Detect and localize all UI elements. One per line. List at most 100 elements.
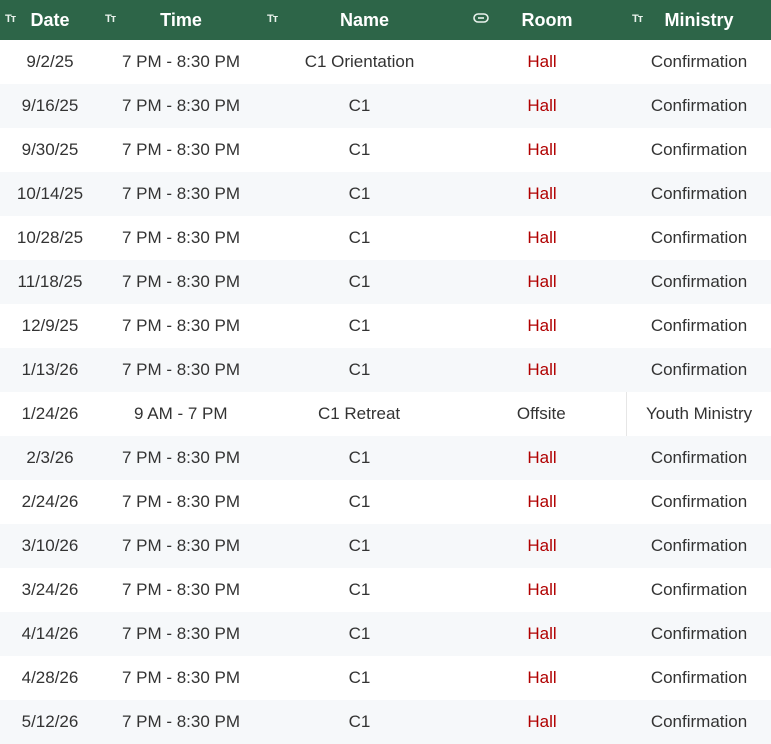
- column-header-time[interactable]: Tт Time: [100, 0, 262, 40]
- cell-time[interactable]: 7 PM - 8:30 PM: [100, 260, 262, 304]
- cell-name[interactable]: C1 Retreat: [262, 392, 457, 436]
- cell-name[interactable]: C1: [262, 84, 457, 128]
- cell-room[interactable]: Hall: [457, 612, 627, 656]
- cell-date[interactable]: 9/16/25: [0, 84, 100, 128]
- cell-date[interactable]: 1/24/26: [0, 392, 100, 436]
- cell-time[interactable]: 7 PM - 8:30 PM: [100, 84, 262, 128]
- column-header-ministry[interactable]: Tт Ministry: [627, 0, 771, 40]
- table-row[interactable]: 10/14/25 7 PM - 8:30 PM C1 Hall Confirmation: [0, 172, 771, 216]
- cell-room[interactable]: Hall: [457, 40, 627, 84]
- table-row[interactable]: 3/24/26 7 PM - 8:30 PM C1 Hall Confirmation: [0, 568, 771, 612]
- cell-ministry[interactable]: Confirmation: [627, 40, 771, 84]
- table-row[interactable]: 10/28/25 7 PM - 8:30 PM C1 Hall Confirmation: [0, 216, 771, 260]
- cell-time[interactable]: 7 PM - 8:30 PM: [100, 436, 262, 480]
- cell-room[interactable]: Hall: [457, 260, 627, 304]
- cell-ministry[interactable]: Confirmation: [627, 436, 771, 480]
- cell-room[interactable]: Hall: [457, 216, 627, 260]
- cell-room[interactable]: Hall: [457, 568, 627, 612]
- cell-time[interactable]: 7 PM - 8:30 PM: [100, 524, 262, 568]
- cell-ministry[interactable]: Confirmation: [627, 84, 771, 128]
- table-row[interactable]: 12/9/25 7 PM - 8:30 PM C1 Hall Confirmation: [0, 304, 771, 348]
- cell-name[interactable]: C1: [262, 656, 457, 700]
- cell-room[interactable]: Hall: [457, 436, 627, 480]
- cell-name[interactable]: C1: [262, 612, 457, 656]
- table-row[interactable]: 9/30/25 7 PM - 8:30 PM C1 Hall Confirmation: [0, 128, 771, 172]
- cell-name[interactable]: C1: [262, 700, 457, 744]
- cell-ministry[interactable]: Confirmation: [627, 568, 771, 612]
- cell-ministry[interactable]: Confirmation: [627, 480, 771, 524]
- cell-ministry[interactable]: Confirmation: [627, 172, 771, 216]
- cell-time[interactable]: 7 PM - 8:30 PM: [100, 700, 262, 744]
- cell-name[interactable]: C1: [262, 172, 457, 216]
- cell-name[interactable]: C1: [262, 260, 457, 304]
- column-header-date[interactable]: Tт Date: [0, 0, 100, 40]
- cell-ministry[interactable]: Confirmation: [627, 700, 771, 744]
- cell-time[interactable]: 7 PM - 8:30 PM: [100, 128, 262, 172]
- cell-date[interactable]: 9/30/25: [0, 128, 100, 172]
- cell-time[interactable]: 7 PM - 8:30 PM: [100, 568, 262, 612]
- cell-date[interactable]: 3/24/26: [0, 568, 100, 612]
- cell-date[interactable]: 2/24/26: [0, 480, 100, 524]
- column-header-room[interactable]: Room: [467, 0, 627, 40]
- cell-name[interactable]: C1: [262, 524, 457, 568]
- cell-date[interactable]: 10/14/25: [0, 172, 100, 216]
- cell-date[interactable]: 9/2/25: [0, 40, 100, 84]
- cell-name[interactable]: C1: [262, 348, 457, 392]
- cell-ministry[interactable]: Youth Ministry: [626, 392, 771, 436]
- cell-date[interactable]: 10/28/25: [0, 216, 100, 260]
- cell-room[interactable]: Hall: [457, 700, 627, 744]
- cell-name[interactable]: C1: [262, 216, 457, 260]
- cell-ministry[interactable]: Confirmation: [627, 128, 771, 172]
- cell-name[interactable]: C1 Orientation: [262, 40, 457, 84]
- cell-name[interactable]: C1: [262, 568, 457, 612]
- cell-date[interactable]: 12/9/25: [0, 304, 100, 348]
- cell-date[interactable]: 3/10/26: [0, 524, 100, 568]
- cell-time[interactable]: 7 PM - 8:30 PM: [100, 304, 262, 348]
- cell-date[interactable]: 1/13/26: [0, 348, 100, 392]
- cell-room[interactable]: Hall: [457, 656, 627, 700]
- cell-date[interactable]: 4/14/26: [0, 612, 100, 656]
- cell-ministry[interactable]: Confirmation: [627, 656, 771, 700]
- column-header-name[interactable]: Tт Name: [262, 0, 467, 40]
- cell-time[interactable]: 7 PM - 8:30 PM: [100, 216, 262, 260]
- table-row[interactable]: 9/2/25 7 PM - 8:30 PM C1 Orientation Hall Co…: [0, 40, 771, 84]
- cell-ministry[interactable]: Confirmation: [627, 348, 771, 392]
- table-row[interactable]: 9/16/25 7 PM - 8:30 PM C1 Hall Confirmation: [0, 84, 771, 128]
- cell-room[interactable]: Hall: [457, 172, 627, 216]
- cell-time[interactable]: 7 PM - 8:30 PM: [100, 656, 262, 700]
- cell-ministry[interactable]: Confirmation: [627, 260, 771, 304]
- cell-name[interactable]: C1: [262, 480, 457, 524]
- cell-date[interactable]: 11/18/25: [0, 260, 100, 304]
- cell-room[interactable]: Hall: [457, 348, 627, 392]
- cell-ministry[interactable]: Confirmation: [627, 216, 771, 260]
- cell-room[interactable]: Hall: [457, 128, 627, 172]
- table-row[interactable]: 2/3/26 7 PM - 8:30 PM C1 Hall Confirmation: [0, 436, 771, 480]
- cell-time[interactable]: 7 PM - 8:30 PM: [100, 348, 262, 392]
- table-row[interactable]: 2/24/26 7 PM - 8:30 PM C1 Hall Confirmation: [0, 480, 771, 524]
- cell-room[interactable]: Hall: [457, 524, 627, 568]
- cell-time[interactable]: 7 PM - 8:30 PM: [100, 480, 262, 524]
- cell-time[interactable]: 9 AM - 7 PM: [100, 392, 262, 436]
- table-row[interactable]: 4/14/26 7 PM - 8:30 PM C1 Hall Confirmation: [0, 612, 771, 656]
- cell-time[interactable]: 7 PM - 8:30 PM: [100, 40, 262, 84]
- cell-name[interactable]: C1: [262, 436, 457, 480]
- cell-ministry[interactable]: Confirmation: [627, 524, 771, 568]
- cell-date[interactable]: 4/28/26: [0, 656, 100, 700]
- cell-name[interactable]: C1: [262, 128, 457, 172]
- cell-room[interactable]: Hall: [457, 84, 627, 128]
- table-row[interactable]: 11/18/25 7 PM - 8:30 PM C1 Hall Confirmation: [0, 260, 771, 304]
- cell-time[interactable]: 7 PM - 8:30 PM: [100, 172, 262, 216]
- cell-date[interactable]: 5/12/26: [0, 700, 100, 744]
- cell-room[interactable]: Hall: [457, 304, 627, 348]
- cell-room[interactable]: Offsite: [456, 392, 626, 436]
- cell-room[interactable]: Hall: [457, 480, 627, 524]
- cell-ministry[interactable]: Confirmation: [627, 612, 771, 656]
- table-row[interactable]: 1/13/26 7 PM - 8:30 PM C1 Hall Confirmation: [0, 348, 771, 392]
- cell-ministry[interactable]: Confirmation: [627, 304, 771, 348]
- table-row[interactable]: 1/24/26 9 AM - 7 PM C1 Retreat Offsite Youth…: [0, 392, 771, 436]
- cell-date[interactable]: 2/3/26: [0, 436, 100, 480]
- table-row[interactable]: 4/28/26 7 PM - 8:30 PM C1 Hall Confirmation: [0, 656, 771, 700]
- cell-name[interactable]: C1: [262, 304, 457, 348]
- table-row[interactable]: 3/10/26 7 PM - 8:30 PM C1 Hall Confirmation: [0, 524, 771, 568]
- table-row[interactable]: 5/12/26 7 PM - 8:30 PM C1 Hall Confirmation: [0, 700, 771, 744]
